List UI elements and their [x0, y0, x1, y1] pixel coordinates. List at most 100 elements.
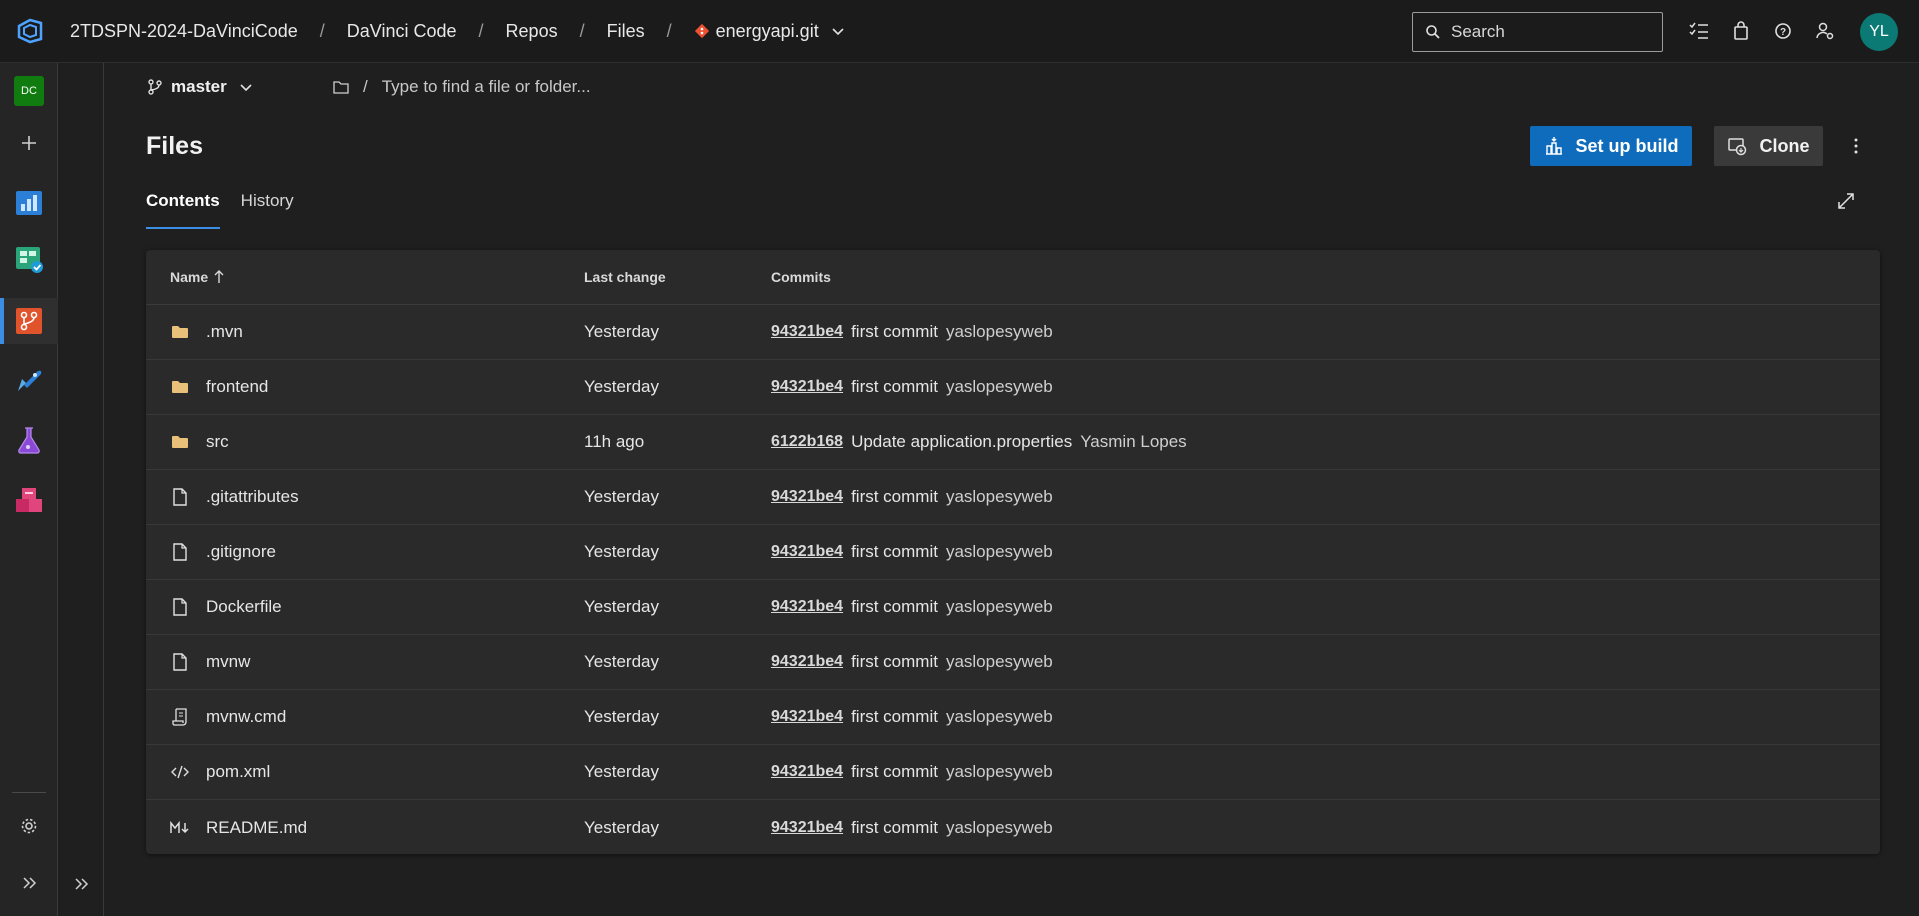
table-row[interactable]: src 11h ago 6122b168 Update application.pro…	[146, 415, 1880, 470]
set-up-build-button[interactable]: Set up build	[1530, 126, 1692, 166]
commit-id-link[interactable]: 94321be4	[771, 488, 843, 506]
table-row[interactable]: README.md Yesterday 94321be4 first commit ya…	[146, 800, 1880, 855]
commit-id-link[interactable]: 94321be4	[771, 763, 843, 781]
commit-message: first commit	[851, 817, 938, 837]
tab-contents[interactable]: Contents	[146, 191, 220, 229]
path-separator: /	[363, 77, 368, 96]
main-content: master / Type to find a file or folder..…	[105, 63, 1919, 916]
user-settings-icon[interactable]	[1812, 14, 1838, 48]
table-row[interactable]: frontend Yesterday 94321be4 first commit yas…	[146, 360, 1880, 415]
commit-id-link[interactable]: 94321be4	[771, 819, 843, 837]
clone-button[interactable]: Clone	[1714, 126, 1823, 166]
file-icon	[170, 652, 190, 672]
commit-id-link[interactable]: 94321be4	[771, 378, 843, 396]
marketplace-bag-icon[interactable]	[1728, 14, 1754, 48]
help-icon[interactable]: ?	[1770, 14, 1796, 48]
file-name-link[interactable]: .mvn	[206, 322, 243, 342]
search-placeholder: Search	[1451, 22, 1505, 41]
table-row[interactable]: mvnw Yesterday 94321be4 first commit yaslope…	[146, 635, 1880, 690]
azure-devops-logo-icon[interactable]	[0, 0, 60, 63]
nav-divider	[12, 792, 46, 793]
commit-message: first commit	[851, 542, 938, 561]
file-name-link[interactable]: README.md	[206, 818, 307, 838]
row-name-cell: mvnw.cmd	[146, 707, 584, 727]
folder-icon	[170, 377, 190, 397]
last-change-cell: Yesterday	[584, 652, 659, 671]
expand-icon	[1838, 193, 1854, 209]
repo-name: energyapi.git	[715, 20, 819, 41]
nav-boards[interactable]	[0, 236, 58, 282]
table-row[interactable]: mvnw.cmd Yesterday 94321be4 first commit yas…	[146, 690, 1880, 745]
commit-id-link[interactable]: 94321be4	[771, 598, 843, 616]
file-name-link[interactable]: .gitattributes	[206, 487, 299, 507]
row-name-cell: README.md	[146, 818, 584, 838]
column-name-header[interactable]: Name	[146, 269, 584, 285]
project-badge-button[interactable]: DC	[0, 68, 58, 114]
file-name-link[interactable]: mvnw	[206, 652, 250, 672]
table-row[interactable]: .mvn Yesterday 94321be4 first commit yaslope…	[146, 305, 1880, 360]
commit-id-link[interactable]: 94321be4	[771, 653, 843, 671]
new-item-button[interactable]	[0, 120, 58, 166]
breadcrumb-files[interactable]: Files	[597, 17, 655, 46]
nav-repos[interactable]	[0, 298, 58, 344]
tree-panel-collapsed	[58, 63, 104, 916]
commit-author: yaslopesyweb	[945, 542, 1053, 561]
content-tabs: Contents History	[146, 191, 294, 229]
row-name-cell: pom.xml	[146, 762, 584, 782]
commit-cell: 6122b168 Update application.properties Yas…	[771, 432, 1880, 452]
avatar[interactable]: YL	[1860, 13, 1898, 51]
file-name-link[interactable]: src	[206, 432, 229, 452]
column-commits-header: Commits	[771, 269, 831, 285]
commit-cell: 94321be4 first commit yaslopesyweb	[771, 652, 1880, 672]
breadcrumb-org[interactable]: 2TDSPN-2024-DaVinciCode	[60, 17, 308, 46]
build-icon	[1545, 137, 1562, 155]
breadcrumb-project[interactable]: DaVinci Code	[337, 17, 467, 46]
last-change-cell: Yesterday	[584, 487, 659, 506]
nav-artifacts[interactable]	[0, 477, 58, 523]
fullscreen-button[interactable]	[1832, 187, 1860, 215]
commit-id-link[interactable]: 6122b168	[771, 433, 843, 451]
file-name-link[interactable]: mvnw.cmd	[206, 707, 286, 727]
column-name-label: Name	[170, 269, 209, 285]
file-icon	[170, 487, 190, 507]
repo-selector[interactable]: energyapi.git	[684, 17, 855, 46]
commit-author: yaslopesyweb	[945, 322, 1053, 341]
search-input[interactable]: Search	[1412, 12, 1663, 52]
table-row[interactable]: .gitattributes Yesterday 94321be4 first com…	[146, 470, 1880, 525]
file-name-link[interactable]: .gitignore	[206, 542, 276, 562]
commit-message: first commit	[851, 377, 938, 396]
nav-test-plans[interactable]	[0, 417, 58, 463]
nav-expand-button[interactable]	[0, 860, 58, 906]
breadcrumb-separator: /	[478, 20, 484, 41]
commit-id-link[interactable]: 94321be4	[771, 708, 843, 726]
table-row[interactable]: pom.xml Yesterday 94321be4 first commit yasl…	[146, 745, 1880, 800]
boards-icon	[16, 247, 43, 273]
commit-author: yaslopesyweb	[945, 762, 1053, 781]
branch-selector[interactable]: master	[147, 77, 253, 97]
commit-id-link[interactable]: 94321be4	[771, 543, 843, 561]
task-list-icon[interactable]	[1686, 14, 1712, 48]
table-row[interactable]: .gitignore Yesterday 94321be4 first commit y…	[146, 525, 1880, 580]
project-badge: DC	[14, 76, 44, 106]
branch-icon	[148, 79, 162, 95]
more-vertical-icon	[1854, 138, 1858, 154]
nav-pipelines[interactable]	[0, 357, 58, 403]
tab-history[interactable]: History	[241, 191, 294, 229]
nav-overview[interactable]	[0, 180, 58, 226]
commit-id-link[interactable]: 94321be4	[771, 323, 843, 341]
table-row[interactable]: Dockerfile Yesterday 94321be4 first commit y…	[146, 580, 1880, 635]
commit-message: first commit	[851, 487, 938, 506]
breadcrumb-repos[interactable]: Repos	[496, 17, 568, 46]
gear-icon	[21, 818, 37, 834]
row-name-cell: Dockerfile	[146, 597, 584, 617]
folder-outline-icon	[333, 81, 349, 94]
file-name-link[interactable]: Dockerfile	[206, 597, 282, 617]
file-name-link[interactable]: frontend	[206, 377, 268, 397]
nav-project-settings[interactable]	[0, 803, 58, 849]
file-name-link[interactable]: pom.xml	[206, 762, 270, 782]
last-change-cell: Yesterday	[584, 542, 659, 561]
path-finder[interactable]: / Type to find a file or folder...	[333, 77, 591, 97]
expand-tree-button[interactable]	[66, 869, 96, 899]
files-table: Name Last change Commits .mvn Yesterday 94…	[146, 250, 1880, 854]
more-actions-button[interactable]	[1844, 126, 1868, 166]
